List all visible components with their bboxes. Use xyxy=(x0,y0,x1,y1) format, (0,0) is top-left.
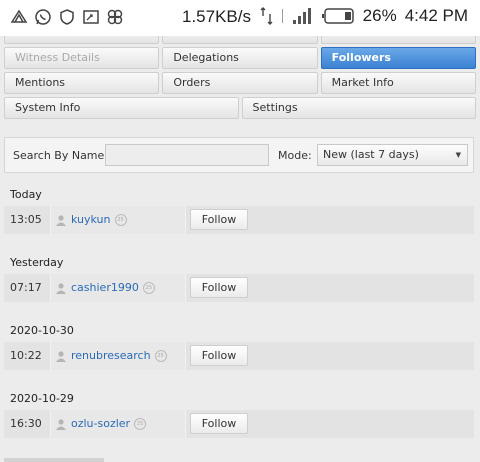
username-link[interactable]: renubresearch xyxy=(71,349,151,362)
chevron-down-icon: ▼ xyxy=(455,151,461,159)
search-label: Search By Name: xyxy=(13,149,108,162)
day-heading: 2020-10-30 xyxy=(10,324,74,337)
follow-time: 16:30 xyxy=(10,417,42,430)
day-group: 2020-10-30 10:22 renubresearch 25 Follow xyxy=(0,312,480,380)
clock: 4:42 PM xyxy=(404,6,468,25)
battery-icon xyxy=(321,8,354,24)
follow-time: 13:05 xyxy=(10,213,42,226)
user-icon xyxy=(56,215,66,226)
followers-list: Today 13:05 kuykun 25 Follow Yesterday 07… xyxy=(0,176,480,448)
screenshot-icon xyxy=(83,10,99,24)
day-heading: 2020-10-29 xyxy=(10,392,74,405)
user-cell: ozlu-sozler 25 xyxy=(50,410,186,438)
reputation-badge: 25 xyxy=(154,350,167,362)
next-group-edge xyxy=(4,458,104,462)
username-link[interactable]: ozlu-sozler xyxy=(71,417,130,430)
user-icon xyxy=(56,283,66,294)
day-heading: Today xyxy=(10,188,42,201)
user-cell: renubresearch 25 xyxy=(50,342,186,370)
reputation-badge: 25 xyxy=(134,418,147,430)
follow-button[interactable]: Follow xyxy=(190,209,248,230)
day-group: Today 13:05 kuykun 25 Follow xyxy=(0,176,480,244)
day-group: 2020-10-29 16:30 ozlu-sozler 25 Follow xyxy=(0,380,480,448)
nav-settings[interactable]: Settings xyxy=(241,97,476,119)
whatsapp-icon xyxy=(35,9,51,25)
nav-mentions[interactable]: Mentions xyxy=(4,72,160,94)
signal-icon xyxy=(292,8,311,24)
user-icon xyxy=(56,419,66,430)
mode-select[interactable]: New (last 7 days) ▼ xyxy=(317,144,468,166)
vpn-icon xyxy=(107,9,123,25)
mode-select-value: New (last 7 days) xyxy=(323,148,419,161)
user-icon xyxy=(56,351,66,362)
reputation-badge: 25 xyxy=(142,282,155,294)
user-cell: kuykun 25 xyxy=(50,206,186,234)
nav-witness-details[interactable]: Witness Details xyxy=(4,47,160,69)
status-divider xyxy=(281,9,283,23)
data-transfer-icon xyxy=(260,7,273,25)
follower-row: 07:17 cashier1990 25 Follow xyxy=(4,274,474,302)
username-link[interactable]: cashier1990 xyxy=(71,281,139,294)
nav-menu: Stats Balances Account Details Witness D… xyxy=(0,22,480,122)
shield-icon xyxy=(60,9,74,25)
username-link[interactable]: kuykun xyxy=(71,213,111,226)
follow-button[interactable]: Follow xyxy=(190,345,248,366)
nav-system-info[interactable]: System Info xyxy=(4,97,239,119)
status-bar: 1.57KB/s 26% 4:42 PM xyxy=(0,0,480,36)
drive-icon xyxy=(10,9,28,23)
status-icons-right: 26% 4:42 PM xyxy=(260,6,468,26)
battery-percent: 26% xyxy=(362,6,397,25)
follow-button[interactable]: Follow xyxy=(190,413,248,434)
mode-label: Mode: xyxy=(278,149,312,162)
follower-row: 13:05 kuykun 25 Follow xyxy=(4,206,474,234)
follower-row: 10:22 renubresearch 25 Follow xyxy=(4,342,474,370)
follow-button[interactable]: Follow xyxy=(190,277,248,298)
nav-delegations[interactable]: Delegations xyxy=(162,47,318,69)
search-name-input[interactable] xyxy=(105,144,269,166)
nav-followers[interactable]: Followers xyxy=(320,47,476,69)
day-group: Yesterday 07:17 cashier1990 25 Follow xyxy=(0,244,480,312)
follow-time: 07:17 xyxy=(10,281,42,294)
nav-row: Witness Details Delegations Followers xyxy=(0,47,480,69)
search-panel: Search By Name: Mode: New (last 7 days) … xyxy=(4,137,474,173)
network-speed: 1.57KB/s xyxy=(182,7,251,26)
day-heading: Yesterday xyxy=(10,256,64,269)
follow-time: 10:22 xyxy=(10,349,42,362)
nav-row: System Info Settings xyxy=(0,97,480,119)
user-cell: cashier1990 25 xyxy=(50,274,186,302)
status-icons-left xyxy=(10,8,124,26)
nav-orders[interactable]: Orders xyxy=(162,72,318,94)
nav-row: Mentions Orders Market Info xyxy=(0,72,480,94)
reputation-badge: 25 xyxy=(114,214,127,226)
nav-market-info[interactable]: Market Info xyxy=(320,72,476,94)
follower-row: 16:30 ozlu-sozler 25 Follow xyxy=(4,410,474,438)
